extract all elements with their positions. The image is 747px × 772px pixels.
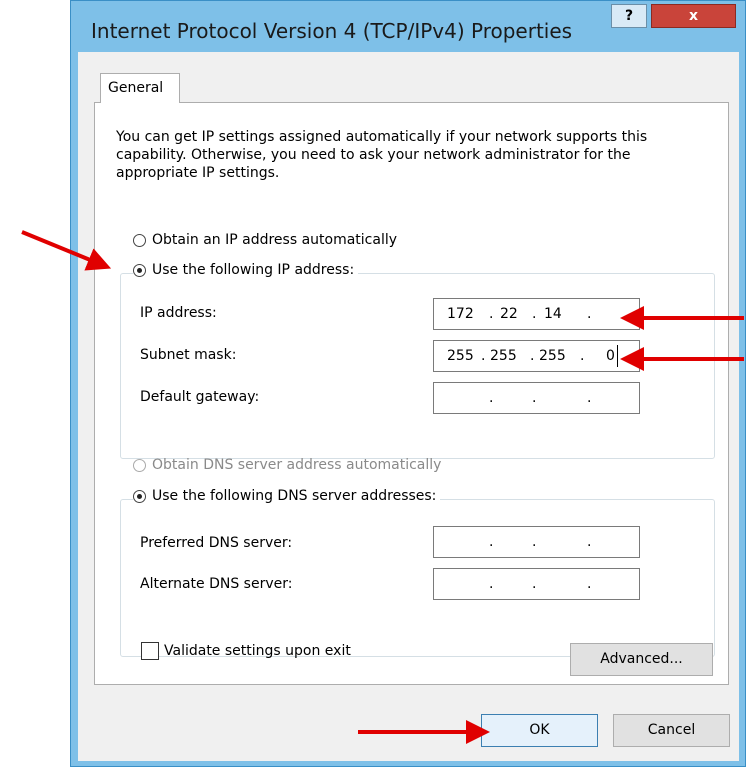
tab-general[interactable]: General bbox=[100, 73, 180, 103]
arrow-to-ip-radio bbox=[21, 230, 112, 271]
annotation-arrows bbox=[21, 230, 744, 744]
